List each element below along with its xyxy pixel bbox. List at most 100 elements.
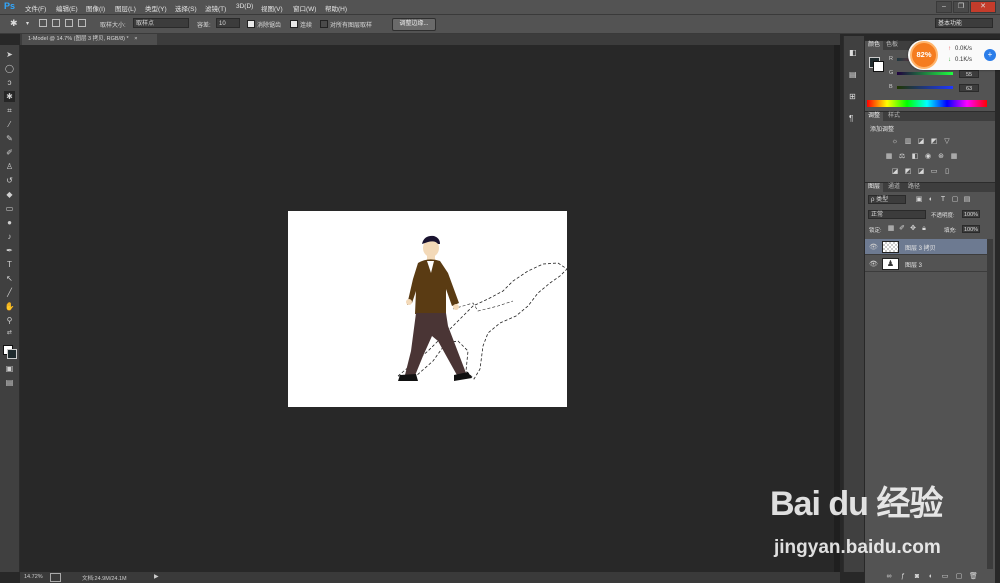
color-lookup-icon[interactable]: ▦ bbox=[950, 153, 958, 161]
layer-row[interactable]: 👁︎ 图层 3 拷贝 bbox=[865, 239, 987, 255]
filter-type-icon[interactable]: T bbox=[939, 196, 947, 204]
magic-wand-icon[interactable]: ✱ bbox=[10, 18, 18, 29]
brush-tool-icon[interactable]: ✐ bbox=[4, 147, 15, 158]
hand-tool-icon[interactable]: ✋ bbox=[4, 301, 15, 312]
color-spectrum-ramp[interactable] bbox=[867, 100, 987, 107]
eraser-tool-icon[interactable]: ◆ bbox=[4, 189, 15, 200]
channel-g-value[interactable]: 55 bbox=[959, 70, 979, 78]
intersect-selection-icon[interactable] bbox=[78, 19, 86, 27]
minimize-button[interactable]: – bbox=[936, 1, 952, 13]
workspace-select[interactable]: 基本功能 bbox=[935, 18, 993, 28]
tab-styles[interactable]: 样式 bbox=[885, 112, 903, 121]
paragraph-panel-icon[interactable]: ¶ bbox=[849, 114, 853, 123]
filter-smart-icon[interactable]: ▤ bbox=[963, 196, 971, 204]
channel-b-slider[interactable] bbox=[897, 86, 953, 89]
channel-g-slider[interactable] bbox=[897, 72, 953, 75]
color-balance-icon[interactable]: ⚖ bbox=[898, 153, 906, 161]
layer-name[interactable]: 图层 3 拷贝 bbox=[905, 243, 936, 252]
delete-icon[interactable]: 🗑︎ bbox=[969, 573, 978, 581]
menu-view[interactable]: 视图(V) bbox=[261, 3, 283, 13]
move-tool-icon[interactable]: ➤ bbox=[4, 49, 15, 60]
photo-filter-icon[interactable]: ◉ bbox=[924, 153, 932, 161]
menu-edit[interactable]: 编辑(E) bbox=[56, 3, 78, 13]
layer-filter-select[interactable]: ρ 类型 bbox=[868, 195, 906, 204]
magic-wand-tool-icon[interactable]: ✱ bbox=[4, 91, 15, 102]
tab-close-icon[interactable]: × bbox=[134, 36, 137, 42]
tab-swatches[interactable]: 色板 bbox=[883, 41, 901, 50]
tolerance-input[interactable]: 10 bbox=[216, 18, 240, 28]
pen-tool-icon[interactable]: ✒ bbox=[4, 245, 15, 256]
screen-mode-icon[interactable]: ▤ bbox=[4, 377, 15, 388]
hue-saturation-icon[interactable]: ▦ bbox=[885, 153, 893, 161]
visibility-eye-icon[interactable]: 👁︎ bbox=[869, 260, 878, 268]
lock-transparent-icon[interactable]: ▦ bbox=[887, 225, 895, 233]
sample-all-checkbox[interactable] bbox=[320, 20, 328, 28]
status-menu-arrow-icon[interactable]: ▶ bbox=[154, 573, 159, 580]
opacity-input[interactable]: 100% bbox=[962, 210, 980, 218]
lock-pixels-icon[interactable]: ✐ bbox=[898, 225, 906, 233]
refine-edge-button[interactable]: 调整边缘... bbox=[392, 18, 436, 31]
menu-help[interactable]: 帮助(H) bbox=[325, 3, 347, 13]
plus-icon[interactable]: + bbox=[984, 49, 996, 61]
antialias-checkbox[interactable] bbox=[247, 20, 255, 28]
type-tool-icon[interactable]: T bbox=[4, 259, 15, 270]
link-icon[interactable]: ∞ bbox=[885, 573, 893, 581]
crop-tool-icon[interactable]: ⌗ bbox=[4, 105, 15, 116]
clone-stamp-icon[interactable]: ♙ bbox=[4, 161, 15, 172]
share-icon[interactable] bbox=[50, 573, 61, 582]
curves-icon[interactable]: ◪ bbox=[917, 138, 925, 146]
chevron-down-icon[interactable]: ▾ bbox=[26, 20, 29, 27]
visibility-eye-icon[interactable]: 👁︎ bbox=[869, 243, 878, 251]
tab-color[interactable]: 颜色 bbox=[865, 41, 884, 50]
foreground-color-swatch[interactable] bbox=[7, 349, 17, 359]
mask-icon[interactable]: ◙ bbox=[913, 573, 921, 581]
contiguous-checkbox[interactable] bbox=[290, 20, 298, 28]
zoom-tool-icon[interactable]: ⚲ bbox=[4, 315, 15, 326]
brightness-icon[interactable]: ☼ bbox=[891, 138, 899, 146]
lock-all-icon[interactable]: 🔒︎ bbox=[920, 225, 928, 233]
new-selection-icon[interactable] bbox=[39, 19, 47, 27]
actions-panel-icon[interactable]: ▤ bbox=[849, 70, 857, 79]
path-selection-icon[interactable]: ↖ bbox=[4, 273, 15, 284]
fill-input[interactable]: 100% bbox=[962, 225, 980, 233]
adjustment-icon[interactable]: ◐ bbox=[927, 573, 935, 581]
channel-b-value[interactable]: 63 bbox=[959, 84, 979, 92]
healing-brush-icon[interactable]: ✎ bbox=[4, 133, 15, 144]
black-white-icon[interactable]: ◧ bbox=[911, 153, 919, 161]
vibrance-icon[interactable]: ▽ bbox=[943, 138, 951, 146]
menu-window[interactable]: 窗口(W) bbox=[293, 3, 316, 13]
gradient-map-icon[interactable]: ▭ bbox=[930, 168, 938, 176]
zoom-level[interactable]: 14.72% bbox=[24, 574, 43, 580]
menu-type[interactable]: 类型(Y) bbox=[145, 3, 167, 13]
filter-adjustment-icon[interactable]: ◐ bbox=[927, 196, 935, 204]
lock-position-icon[interactable]: ✥ bbox=[909, 225, 917, 233]
color-bg-swatch[interactable] bbox=[873, 61, 884, 72]
posterize-icon[interactable]: ◩ bbox=[904, 168, 912, 176]
layer-name[interactable]: 图层 3 bbox=[905, 260, 922, 269]
line-tool-icon[interactable]: ╱ bbox=[4, 287, 15, 298]
document-canvas[interactable] bbox=[288, 211, 567, 407]
subtract-selection-icon[interactable] bbox=[65, 19, 73, 27]
group-icon[interactable]: ▭ bbox=[941, 573, 949, 581]
tab-layers[interactable]: 图层 bbox=[865, 183, 884, 192]
network-speed-widget[interactable]: 82% ↑ 0.0K/s ↓ 0.1K/s + bbox=[908, 40, 1000, 70]
blur-tool-icon[interactable]: ● bbox=[4, 217, 15, 228]
add-selection-icon[interactable] bbox=[52, 19, 60, 27]
invert-icon[interactable]: ◪ bbox=[891, 168, 899, 176]
document-tab[interactable]: 1-Model @ 14.7% (图层 3 拷贝, RGB/8) * × bbox=[22, 34, 157, 45]
new-layer-icon[interactable]: ▢ bbox=[955, 573, 963, 581]
selective-color-icon[interactable]: ▯ bbox=[943, 168, 951, 176]
lasso-tool-icon[interactable]: ↄ bbox=[4, 77, 15, 88]
menu-image[interactable]: 图像(I) bbox=[86, 3, 105, 13]
restore-button[interactable]: ❐ bbox=[953, 1, 969, 13]
properties-panel-icon[interactable]: ⊞ bbox=[849, 92, 856, 101]
fx-icon[interactable]: ƒ bbox=[899, 573, 907, 581]
filter-shape-icon[interactable]: ▢ bbox=[951, 196, 959, 204]
menu-3d[interactable]: 3D(D) bbox=[236, 3, 253, 10]
eyedropper-tool-icon[interactable]: ⁄ bbox=[4, 119, 15, 130]
tab-adjustments[interactable]: 调整 bbox=[865, 112, 884, 121]
blend-mode-select[interactable]: 正常 bbox=[868, 210, 926, 219]
tab-channels[interactable]: 通道 bbox=[885, 183, 903, 192]
exposure-icon[interactable]: ◩ bbox=[930, 138, 938, 146]
history-brush-icon[interactable]: ↺ bbox=[4, 175, 15, 186]
